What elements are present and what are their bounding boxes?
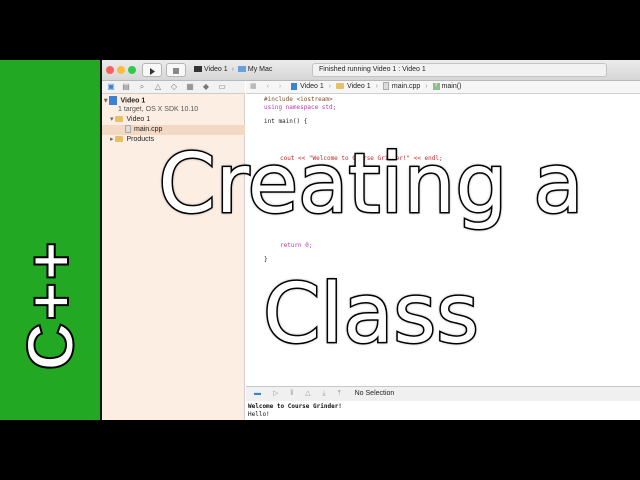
cpp-file-icon (125, 125, 131, 134)
scheme-separator: › (231, 66, 234, 73)
code-line: #include <iostream> (264, 96, 333, 103)
code-line: return 0; (280, 242, 313, 249)
debug-area-bar: ▬ ▷ ‖ △ ⤓ ⤒ No Selection (246, 386, 640, 402)
folder-icon (336, 83, 345, 90)
back-arrow-icon[interactable]: ‹ (267, 83, 269, 90)
breakpoint-navigator-icon[interactable]: ◆ (202, 83, 210, 91)
step-over-icon[interactable]: △ (305, 390, 310, 397)
report-navigator-icon[interactable]: ▭ (218, 83, 226, 91)
pause-icon[interactable]: ‖ (290, 390, 293, 397)
xcode-window: Video 1 › My Mac Finished running Video … (102, 60, 640, 420)
hide-debug-icon[interactable]: ▬ (254, 390, 261, 397)
build-status: Finished running Video 1 : Video 1 (319, 66, 426, 73)
scheme-device[interactable]: My Mac (248, 66, 273, 73)
window-toolbar: Video 1 › My Mac Finished running Video … (102, 60, 640, 81)
scheme-target[interactable]: Video 1 (204, 66, 228, 73)
crumb-separator: › (375, 83, 378, 90)
stop-icon (173, 68, 179, 74)
crumb-function-label: main() (441, 83, 462, 90)
run-button[interactable] (142, 63, 162, 77)
console-line: Hello! (248, 411, 270, 418)
close-window-button[interactable] (106, 66, 114, 74)
disclosure-open-icon[interactable]: ▾ (104, 97, 108, 104)
debug-navigator-icon[interactable]: ▦ (186, 83, 194, 91)
project-icon (109, 96, 118, 105)
code-line: int main() { (264, 118, 308, 125)
console-output[interactable]: Welcome to Course Grinder! Hello! (246, 401, 640, 420)
issue-navigator-icon[interactable]: △ (154, 83, 162, 91)
crumb-separator: › (328, 83, 332, 90)
step-in-icon[interactable]: ⤓ (323, 390, 326, 397)
crumb-file-label: main.cpp (391, 83, 421, 90)
crumb-function[interactable]: f main() (432, 82, 462, 90)
crumb-project[interactable]: Video 1 (291, 82, 324, 90)
zoom-window-button[interactable] (128, 66, 136, 74)
jump-bar: ▦ ‹ › Video 1 › Video 1 › main.cpp › f ma… (246, 81, 640, 94)
tree-group[interactable]: ▾ Video 1 (110, 115, 150, 125)
play-icon (150, 68, 155, 75)
scheme-selector[interactable]: Video 1 › My Mac (194, 63, 308, 77)
project-icon (291, 82, 298, 90)
forward-arrow-icon[interactable]: › (279, 83, 281, 90)
crumb-group[interactable]: Video 1 (336, 83, 371, 90)
project-name: Video 1 (120, 97, 146, 105)
title-line-2: Class (262, 267, 481, 362)
console-line: Welcome to Course Grinder! (248, 403, 342, 410)
folder-icon (115, 116, 124, 123)
code-line: using namespace std; (264, 104, 337, 111)
symbol-navigator-icon[interactable]: ▤ (122, 83, 130, 91)
mac-icon (237, 66, 246, 73)
function-icon: f (432, 82, 440, 90)
side-banner: C++ (0, 60, 102, 420)
group-name: Video 1 (126, 116, 151, 123)
navigator-selector-bar: ▣ ▤ ⌕ △ ◇ ▦ ◆ ▭ (102, 81, 245, 94)
activity-viewer: Finished running Video 1 : Video 1 (312, 63, 607, 77)
tree-file-selected[interactable]: main.cpp (102, 125, 245, 135)
test-navigator-icon[interactable]: ◇ (170, 83, 178, 91)
stop-button[interactable] (166, 63, 186, 77)
disclosure-open-icon[interactable]: ▾ (110, 116, 114, 123)
breakpoints-icon[interactable]: ▷ (273, 390, 278, 397)
project-detail: 1 target, OS X SDK 10.10 (118, 106, 199, 113)
step-out-icon[interactable]: ⤒ (338, 390, 341, 397)
code-line: } (264, 256, 268, 263)
grid-icon[interactable]: ▦ (250, 83, 257, 90)
minimize-window-button[interactable] (117, 66, 125, 74)
debug-selection: No Selection (354, 390, 395, 397)
folder-navigator-icon[interactable]: ▣ (107, 83, 115, 91)
title-line-1: Creating a (157, 137, 585, 232)
cpp-side-label: C++ (12, 239, 88, 372)
search-navigator-icon[interactable]: ⌕ (138, 83, 146, 91)
terminal-icon (194, 66, 202, 73)
crumb-file[interactable]: main.cpp (382, 82, 421, 91)
cpp-file-icon (382, 82, 389, 91)
file-name: main.cpp (134, 126, 163, 133)
crumb-separator: › (425, 83, 428, 90)
crumb-group-label: Video 1 (347, 83, 371, 90)
crumb-project-label: Video 1 (300, 83, 324, 90)
